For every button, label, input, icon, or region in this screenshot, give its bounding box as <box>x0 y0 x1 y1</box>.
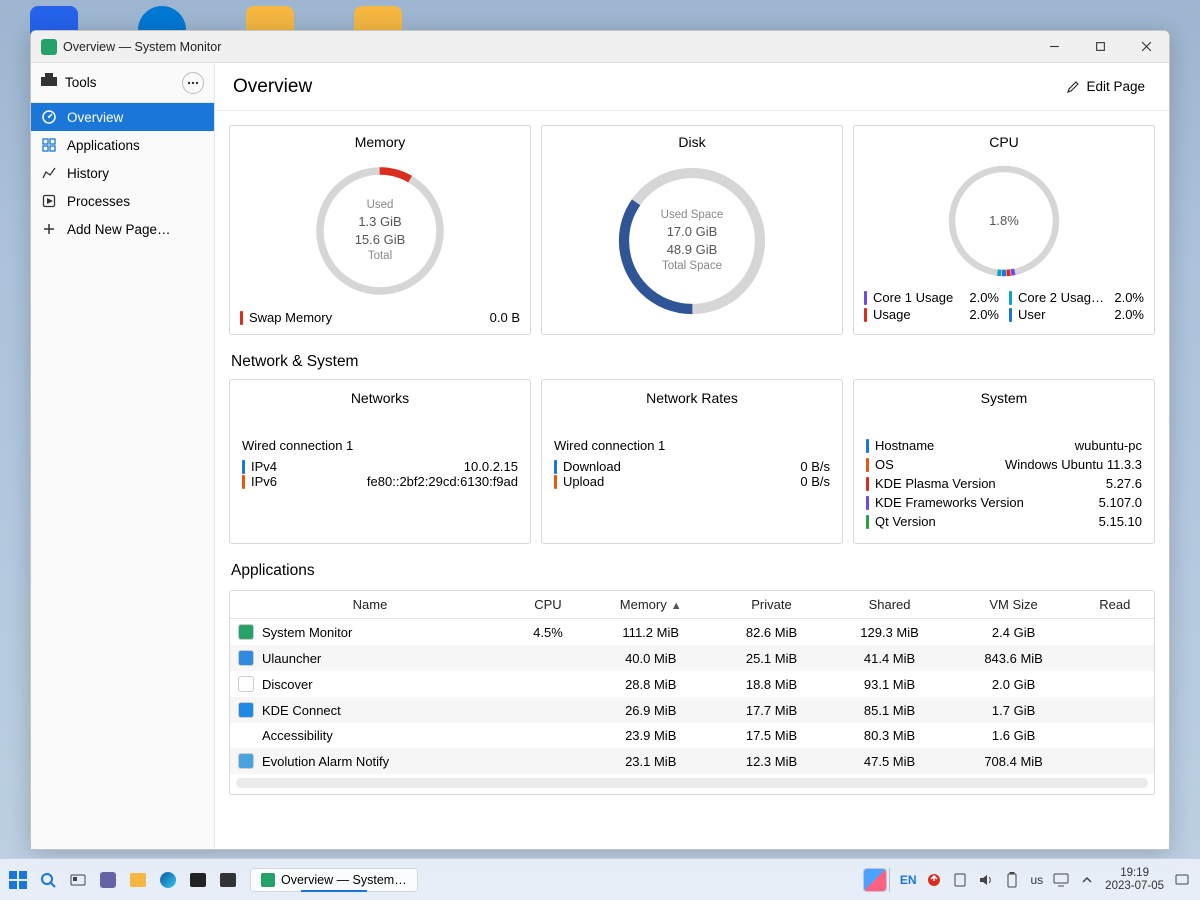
card-title-cpu: CPU <box>864 134 1144 150</box>
sidebar-item-history[interactable]: History <box>31 159 214 187</box>
col-cpu[interactable]: CPU <box>510 591 586 619</box>
sort-asc-icon: ▲ <box>671 600 682 612</box>
card-title-disk: Disk <box>552 134 832 150</box>
table-row[interactable]: Discover 28.8 MiB 18.8 MiB 93.1 MiB 2.0 … <box>230 671 1154 697</box>
section-applications: Applications <box>231 562 1153 580</box>
app-name-label: Evolution Alarm Notify <box>262 754 389 769</box>
tray-lang-en[interactable]: EN <box>900 873 917 887</box>
apps-table-header-row: Name CPU Memory▲ Private Shared VM Size … <box>230 591 1154 619</box>
taskbar-icon-files[interactable] <box>124 866 152 894</box>
tray-chevron-icon[interactable] <box>1079 872 1095 888</box>
app-name-label: System Monitor <box>262 625 352 640</box>
taskbar-task-system-monitor[interactable]: Overview — System… <box>250 868 418 892</box>
tray-clipboard-icon[interactable] <box>952 872 968 888</box>
cpu-legend: Core 1 Usage 2.0% Core 2 Usag… 2.0% Usag… <box>864 290 1144 322</box>
tray-network-icon[interactable] <box>1053 872 1069 888</box>
taskbar-icon-edge[interactable] <box>154 866 182 894</box>
card-system: System Hostnamewubuntu-pc OSWindows Ubun… <box>853 379 1155 544</box>
card-disk: Disk Used Space 17.0 GiB 48.9 GiB Total … <box>541 125 843 335</box>
system-monitor-window: Overview — System Monitor Tools Overview… <box>30 30 1170 850</box>
tray-keyboard-layout[interactable]: us <box>1030 873 1043 887</box>
col-shared[interactable]: Shared <box>828 591 952 619</box>
app-name-label: Discover <box>262 677 313 692</box>
card-networks: Networks Wired connection 1 IPv410.0.2.1… <box>229 379 531 544</box>
taskbar-icon-app[interactable] <box>214 866 242 894</box>
overview-icon <box>41 109 57 125</box>
app-row-icon <box>238 676 254 692</box>
col-memory[interactable]: Memory▲ <box>586 591 716 619</box>
card-cpu: CPU 1.8% Core 1 Us <box>853 125 1155 335</box>
minimize-button[interactable] <box>1031 31 1077 63</box>
table-horizontal-scrollbar[interactable] <box>236 778 1148 788</box>
card-network-rates: Network Rates Wired connection 1 Downloa… <box>541 379 843 544</box>
task-app-icon <box>261 873 275 887</box>
sidebar-item-applications[interactable]: Applications <box>31 131 214 159</box>
tools-label: Tools <box>65 75 174 90</box>
table-row[interactable]: Accessibility 23.9 MiB 17.5 MiB 80.3 MiB… <box>230 723 1154 748</box>
processes-icon <box>41 193 57 209</box>
app-row-icon <box>238 650 254 666</box>
pencil-icon <box>1066 80 1080 94</box>
widgets-button[interactable] <box>861 866 889 894</box>
sidebar-item-label: Processes <box>67 194 130 209</box>
sidebar: Tools Overview Applications History Proc… <box>31 63 215 849</box>
taskbar: Overview — System… EN us 19:19 2023-07-0… <box>0 858 1200 900</box>
sidebar-item-overview[interactable]: Overview <box>31 103 214 131</box>
window-title: Overview — System Monitor <box>63 40 1031 54</box>
app-name-label: Accessibility <box>262 728 333 743</box>
app-row-icon <box>238 624 254 640</box>
taskbar-icon-chat[interactable] <box>94 866 122 894</box>
card-memory: Memory Used 1.3 GiB 15.6 GiB Total <box>229 125 531 335</box>
sidebar-item-label: Overview <box>67 110 123 125</box>
start-button[interactable] <box>4 866 32 894</box>
table-row[interactable]: Evolution Alarm Notify 23.1 MiB 12.3 MiB… <box>230 748 1154 774</box>
taskbar-icon-terminal[interactable] <box>184 866 212 894</box>
applications-icon <box>41 137 57 153</box>
edit-page-button[interactable]: Edit Page <box>1060 75 1151 98</box>
app-name-label: Ulauncher <box>262 651 321 666</box>
sidebar-item-processes[interactable]: Processes <box>31 187 214 215</box>
tray-volume-icon[interactable] <box>978 872 994 888</box>
titlebar[interactable]: Overview — System Monitor <box>31 31 1169 63</box>
page-title: Overview <box>233 76 1060 98</box>
app-row-icon <box>238 702 254 718</box>
app-name-label: KDE Connect <box>262 703 341 718</box>
sidebar-item-add-new-page[interactable]: Add New Page… <box>31 215 214 243</box>
col-name[interactable]: Name <box>230 591 510 619</box>
close-button[interactable] <box>1123 31 1169 63</box>
toolbar: Overview Edit Page <box>215 63 1169 111</box>
app-row-icon <box>238 753 254 769</box>
table-row[interactable]: Ulauncher 40.0 MiB 25.1 MiB 41.4 MiB 843… <box>230 645 1154 671</box>
tray-battery-icon[interactable] <box>1004 872 1020 888</box>
taskview-button[interactable] <box>64 866 92 894</box>
tray-notifications-icon[interactable] <box>1174 872 1190 888</box>
plus-icon <box>41 221 57 237</box>
applications-table: Name CPU Memory▲ Private Shared VM Size … <box>229 590 1155 795</box>
tray-clock[interactable]: 19:19 2023-07-05 <box>1105 867 1164 892</box>
sidebar-item-label: Applications <box>67 138 140 153</box>
tools-icon <box>41 73 57 92</box>
sidebar-item-label: History <box>67 166 109 181</box>
app-icon <box>41 39 57 55</box>
col-read[interactable]: Read <box>1076 591 1154 619</box>
sidebar-more-button[interactable] <box>182 72 204 94</box>
search-button[interactable] <box>34 866 62 894</box>
table-row[interactable]: KDE Connect 26.9 MiB 17.7 MiB 85.1 MiB 1… <box>230 697 1154 723</box>
edit-page-label: Edit Page <box>1086 79 1145 94</box>
sidebar-item-label: Add New Page… <box>67 222 171 237</box>
section-network-system: Network & System <box>231 353 1153 371</box>
card-title-memory: Memory <box>240 134 520 150</box>
history-icon <box>41 165 57 181</box>
col-vmsize[interactable]: VM Size <box>952 591 1076 619</box>
tray-updates-icon[interactable] <box>926 872 942 888</box>
col-private[interactable]: Private <box>716 591 828 619</box>
swap-tick-icon <box>240 311 243 325</box>
table-row[interactable]: System Monitor 4.5% 111.2 MiB 82.6 MiB 1… <box>230 619 1154 646</box>
maximize-button[interactable] <box>1077 31 1123 63</box>
